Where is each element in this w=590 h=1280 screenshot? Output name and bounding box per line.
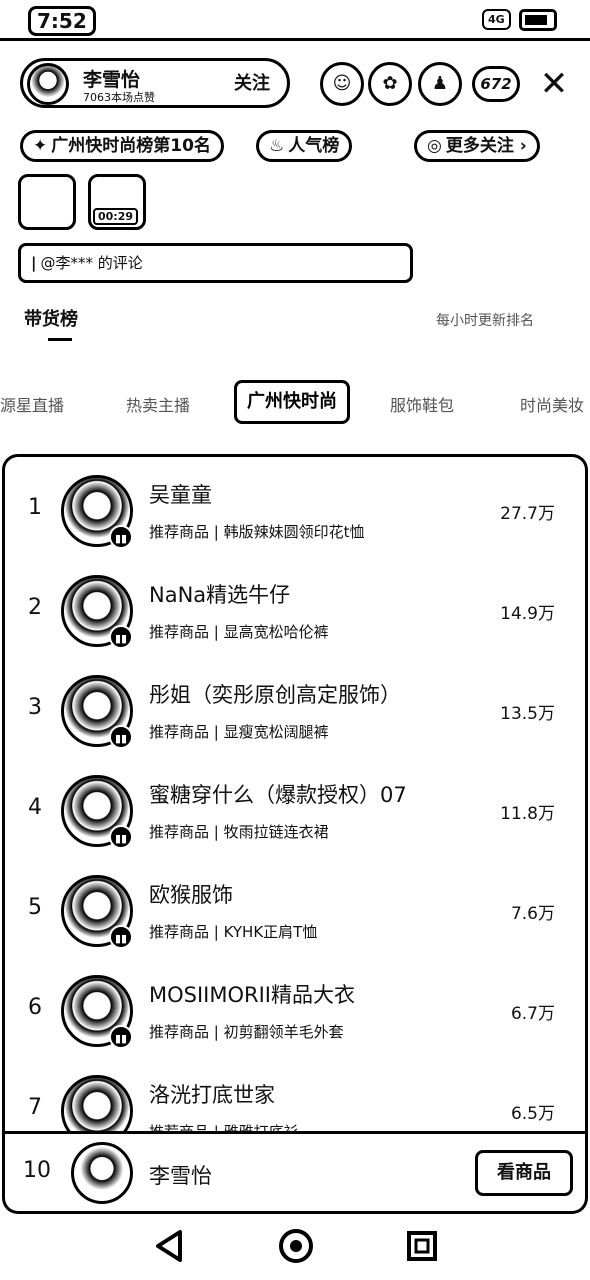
close-icon[interactable]: ✕ (536, 64, 572, 104)
category-tabs: 源星直播 热卖主播 广州快时尚 服饰鞋包 时尚美妆 (0, 380, 590, 426)
recommended-item: 推荐商品 | 韩版辣妹圆领印花t恤 (149, 523, 365, 541)
view-goods-button[interactable]: 看商品 (475, 1150, 573, 1196)
sales-value: 11.8万 (500, 804, 555, 824)
sales-value: 13.5万 (500, 704, 555, 724)
more-follow-label: 更多关注 (445, 136, 514, 156)
recent-apps-icon[interactable] (402, 1226, 442, 1266)
rank-number: 3 (28, 695, 42, 720)
viewer-avatar[interactable]: ♟ (418, 62, 462, 106)
live-badge-icon: ▮▮ (109, 725, 133, 749)
tab-source-live[interactable]: 源星直播 (0, 392, 64, 416)
recommended-item: 推荐商品 | 牧雨拉链连衣裙 (149, 823, 329, 841)
recommended-item: 推荐商品 | 显瘦宽松阔腿裤 (149, 723, 329, 741)
follow-button[interactable]: 关注 (223, 71, 281, 97)
rank-number: 1 (28, 495, 42, 520)
sales-value: 27.7万 (500, 504, 555, 524)
flame-icon: ♨ (269, 136, 285, 156)
popularity-chip[interactable]: ♨ 人气榜 (256, 130, 353, 162)
panel-title[interactable]: 带货榜 (24, 305, 78, 331)
host-card[interactable]: 李雪怡 7063本场点赞 关注 (20, 58, 290, 108)
tab-apparel-bags[interactable]: 服饰鞋包 (390, 392, 454, 416)
store-name: MOSIIMORII精品大衣 (149, 983, 355, 1007)
comment-marker: | (31, 254, 37, 272)
store-name: 吴童童 (149, 483, 212, 507)
viewer-count[interactable]: 672 (472, 66, 520, 102)
search-icon: ◎ (427, 136, 442, 156)
host-likes: 7063本场点赞 (83, 91, 155, 104)
recommended-item: 推荐商品 | 雅雅打底衫 (149, 1123, 299, 1134)
ranking-list: 1 ▮▮ 吴童童 推荐商品 | 韩版辣妹圆领印花t恤 27.7万 2 ▮▮ Na… (2, 454, 588, 1134)
sales-value: 6.5万 (510, 1104, 555, 1124)
divider (0, 38, 590, 41)
recommended-item: 推荐商品 | 显高宽松哈伦裤 (149, 623, 329, 641)
ranking-row[interactable]: 2 ▮▮ NaNa精选牛仔 推荐商品 | 显高宽松哈伦裤 14.9万 (5, 557, 585, 657)
live-badge-icon: ▮▮ (109, 925, 133, 949)
more-follow-chip[interactable]: ◎ 更多关注 › (414, 130, 540, 162)
rank-chip[interactable]: ✦ 广州快时尚榜第10名 (20, 130, 224, 162)
ranking-row[interactable]: 1 ▮▮ 吴童童 推荐商品 | 韩版辣妹圆领印花t恤 27.7万 (5, 457, 585, 557)
ranking-row[interactable]: 3 ▮▮ 彤姐（奕彤原创高定服饰） 推荐商品 | 显瘦宽松阔腿裤 13.5万 (5, 657, 585, 757)
popularity-chip-label: 人气榜 (288, 136, 340, 156)
my-avatar[interactable] (71, 1142, 133, 1204)
rank-number: 5 (28, 895, 42, 920)
live-badge-icon: ▮▮ (109, 825, 133, 849)
store-name: 蜜糖穿什么（爆款授权）07 (149, 783, 407, 807)
ranking-row[interactable]: 4 ▮▮ 蜜糖穿什么（爆款授权）07 推荐商品 | 牧雨拉链连衣裙 11.8万 (5, 757, 585, 857)
tab-guangzhou-fast-fashion[interactable]: 广州快时尚 (234, 380, 350, 424)
comment-banner[interactable]: | @李*** 的评论 (18, 243, 413, 283)
sales-value: 14.9万 (500, 604, 555, 624)
ranking-row[interactable]: 6 ▮▮ MOSIIMORII精品大衣 推荐商品 | 初剪翻领羊毛外套 6.7万 (5, 957, 585, 1057)
status-bar: 7:52 4G (0, 0, 590, 40)
my-rank-number: 10 (23, 1158, 51, 1183)
home-icon[interactable] (276, 1226, 316, 1266)
video-thumbnail[interactable]: 00:29 (88, 174, 146, 230)
gift-thumbnail[interactable] (18, 174, 76, 230)
rank-number: 7 (28, 1095, 42, 1120)
store-name: 彤姐（奕彤原创高定服饰） (149, 683, 401, 707)
rank-chip-label: 广州快时尚榜第10名 (51, 136, 211, 156)
panel-title-underline (48, 338, 72, 341)
my-rank-row[interactable]: 10 李雪怡 看商品 (2, 1134, 588, 1214)
battery-icon (519, 9, 557, 31)
comment-text: @李*** 的评论 (40, 254, 143, 272)
signal-icon: 4G (482, 9, 511, 30)
navigation-bar (0, 1214, 590, 1280)
store-name: NaNa精选牛仔 (149, 583, 291, 607)
my-name: 李雪怡 (149, 1164, 212, 1188)
viewer-avatar[interactable]: ✿ (368, 62, 412, 106)
recommended-item: 推荐商品 | KYHK正肩T恤 (149, 923, 318, 941)
tab-fashion-beauty[interactable]: 时尚美妆 (520, 392, 584, 416)
recommended-item: 推荐商品 | 初剪翻领羊毛外套 (149, 1023, 344, 1041)
sales-value: 7.6万 (510, 904, 555, 924)
avatar[interactable] (61, 1075, 133, 1131)
ranking-row[interactable]: 5 ▮▮ 欧猴服饰 推荐商品 | KYHK正肩T恤 7.6万 (5, 857, 585, 957)
store-name: 洛洸打底世家 (149, 1083, 275, 1107)
fire-icon: ✦ (33, 136, 48, 156)
host-name: 李雪怡 (83, 69, 141, 91)
video-duration: 00:29 (93, 208, 139, 225)
rank-number: 4 (28, 795, 42, 820)
tab-hot-hosts[interactable]: 热卖主播 (126, 392, 190, 416)
status-time: 7:52 (28, 6, 96, 36)
live-badge-icon: ▮▮ (109, 625, 133, 649)
panel-update-note: 每小时更新排名 (436, 313, 534, 329)
live-badge-icon: ▮▮ (109, 525, 133, 549)
ranking-row[interactable]: 7 洛洸打底世家 推荐商品 | 雅雅打底衫 6.5万 (5, 1057, 585, 1134)
sales-value: 6.7万 (510, 1004, 555, 1024)
viewer-avatar[interactable]: ☺ (320, 62, 364, 106)
chevron-right-icon: › (513, 136, 527, 156)
back-icon[interactable] (150, 1226, 190, 1266)
rank-number: 6 (28, 995, 42, 1020)
store-name: 欧猴服饰 (149, 883, 233, 907)
live-badge-icon: ▮▮ (109, 1025, 133, 1049)
rank-number: 2 (28, 595, 42, 620)
host-avatar[interactable] (27, 63, 69, 105)
